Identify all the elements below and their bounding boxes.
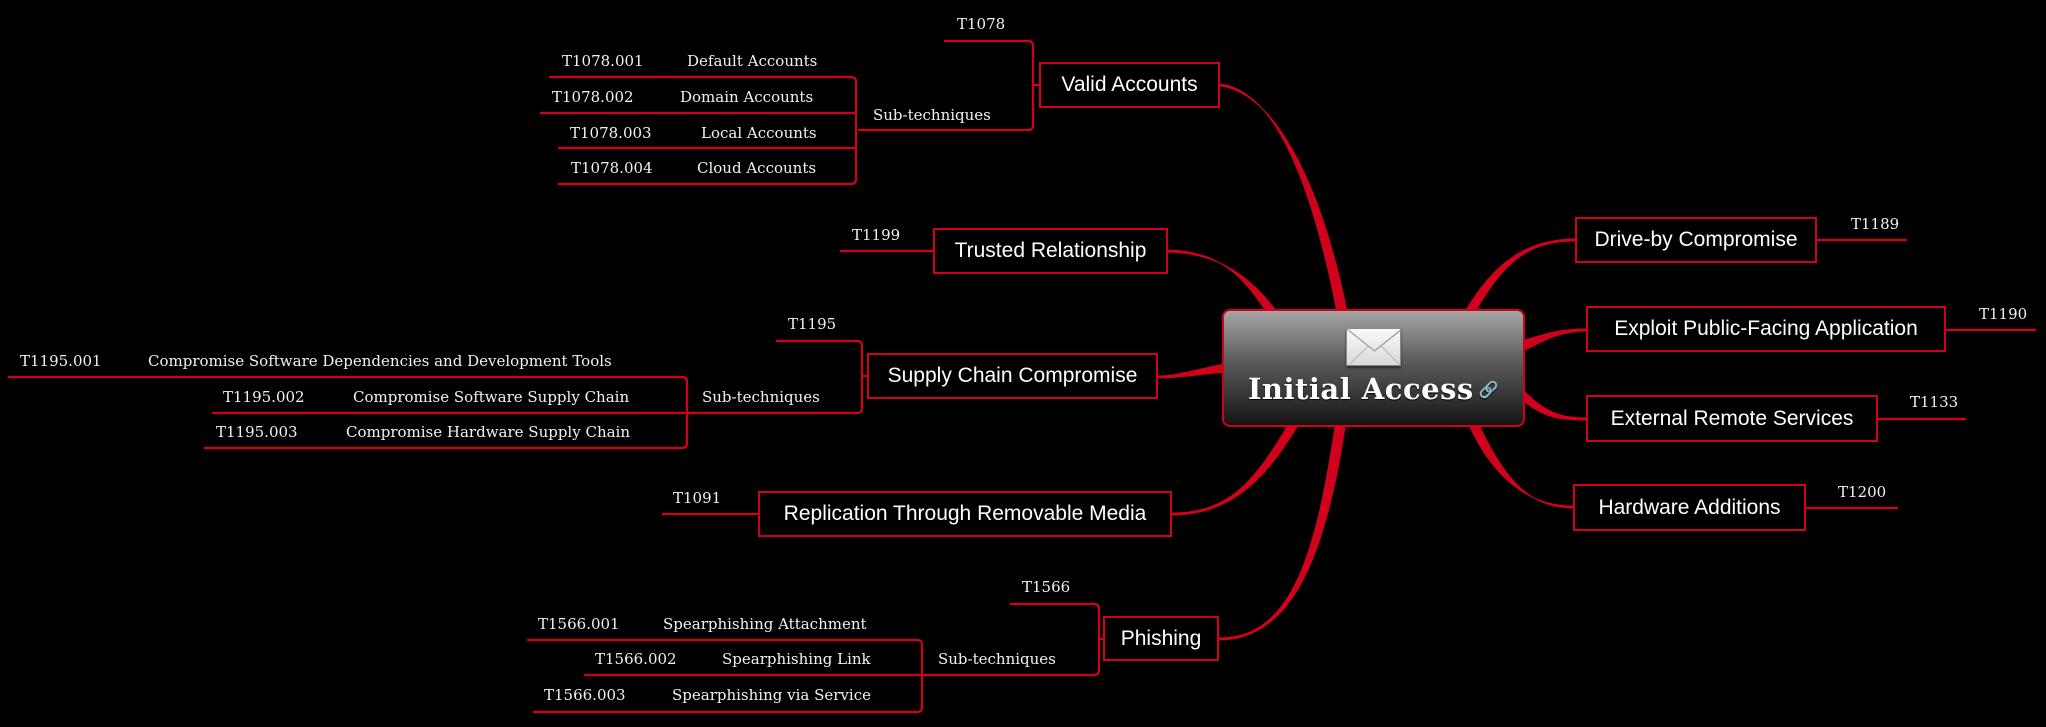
topic-label: Trusted Relationship xyxy=(954,239,1147,262)
topic-phishing[interactable]: Phishing xyxy=(1103,616,1219,661)
connector-supply-chain xyxy=(1157,363,1227,379)
subtechnique-id: T1078.004 xyxy=(571,159,653,177)
subtechniques-label: Sub-techniques xyxy=(702,388,820,406)
subtechnique-id: T1078.001 xyxy=(562,52,644,70)
topic-trusted-relationship[interactable]: Trusted Relationship xyxy=(933,228,1168,274)
subtechnique-name[interactable]: Spearphishing via Service xyxy=(672,686,871,704)
topic-label: Phishing xyxy=(1120,626,1202,650)
link-icon[interactable]: 🔗 xyxy=(1479,380,1499,399)
subtechnique-id: T1078.002 xyxy=(552,88,634,106)
central-title-text: Initial Access xyxy=(1247,372,1474,406)
technique-id: T1566 xyxy=(1022,578,1071,596)
connector-external xyxy=(1524,390,1587,421)
technique-id: T1190 xyxy=(1979,305,2028,323)
topic-label: Hardware Additions xyxy=(1598,495,1781,519)
connector-exploit xyxy=(1524,328,1587,351)
connector-phishing xyxy=(1218,426,1346,641)
subtechnique-name[interactable]: Domain Accounts xyxy=(680,88,813,106)
technique-id: T1199 xyxy=(852,226,901,244)
subtechnique-id: T1566.001 xyxy=(538,615,620,633)
connector-hardware xyxy=(1469,426,1574,509)
technique-id: T1189 xyxy=(1851,215,1900,233)
technique-id: T1091 xyxy=(673,489,722,507)
subtechnique-id: T1566.003 xyxy=(544,686,626,704)
subtechnique-name[interactable]: Compromise Software Dependencies and Dev… xyxy=(148,352,612,370)
central-title: Initial Access 🔗 xyxy=(1248,372,1499,406)
topic-exploit-public-facing-application[interactable]: Exploit Public-Facing Application xyxy=(1586,306,1946,352)
connector-replication xyxy=(1171,426,1298,516)
subtechnique-id: T1078.003 xyxy=(570,124,652,142)
subtechnique-name[interactable]: Spearphishing Link xyxy=(722,650,871,668)
subtechnique-name[interactable]: Compromise Hardware Supply Chain xyxy=(346,423,630,441)
central-node-initial-access[interactable]: Initial Access 🔗 xyxy=(1222,309,1525,427)
subtechnique-id: T1566.002 xyxy=(595,650,677,668)
subtechnique-name[interactable]: Default Accounts xyxy=(687,52,817,70)
subtechniques-label: Sub-techniques xyxy=(873,106,991,124)
topic-external-remote-services[interactable]: External Remote Services xyxy=(1586,395,1878,442)
topic-replication-removable-media[interactable]: Replication Through Removable Media xyxy=(758,491,1172,537)
topic-label: Replication Through Removable Media xyxy=(783,502,1147,525)
topic-supply-chain-compromise[interactable]: Supply Chain Compromise xyxy=(867,353,1158,399)
topic-label: Supply Chain Compromise xyxy=(887,364,1138,387)
subtechnique-name[interactable]: Spearphishing Attachment xyxy=(663,615,867,633)
envelope-icon xyxy=(1346,328,1401,366)
subtechnique-id: T1195.001 xyxy=(20,352,102,370)
technique-id: T1195 xyxy=(788,315,837,333)
topic-valid-accounts[interactable]: Valid Accounts xyxy=(1039,62,1220,108)
topic-label: Exploit Public-Facing Application xyxy=(1614,317,1918,340)
topic-label: External Remote Services xyxy=(1610,406,1854,430)
technique-id: T1078 xyxy=(957,15,1006,33)
topic-drive-by-compromise[interactable]: Drive-by Compromise xyxy=(1575,217,1817,263)
connector-drive-by xyxy=(1464,238,1576,313)
topic-hardware-additions[interactable]: Hardware Additions xyxy=(1573,484,1806,531)
topic-label: Drive-by Compromise xyxy=(1594,228,1798,251)
technique-id: T1133 xyxy=(1910,393,1959,411)
subtechnique-name[interactable]: Cloud Accounts xyxy=(697,159,816,177)
technique-id: T1200 xyxy=(1838,483,1887,501)
subtechnique-name[interactable]: Local Accounts xyxy=(701,124,817,142)
connector-trusted-relationship xyxy=(1167,249,1279,313)
subtechnique-id: T1195.003 xyxy=(216,423,298,441)
subtechnique-name[interactable]: Compromise Software Supply Chain xyxy=(353,388,629,406)
topic-label: Valid Accounts xyxy=(1061,73,1198,96)
subtechnique-id: T1195.002 xyxy=(223,388,305,406)
subtechniques-label: Sub-techniques xyxy=(938,650,1056,668)
